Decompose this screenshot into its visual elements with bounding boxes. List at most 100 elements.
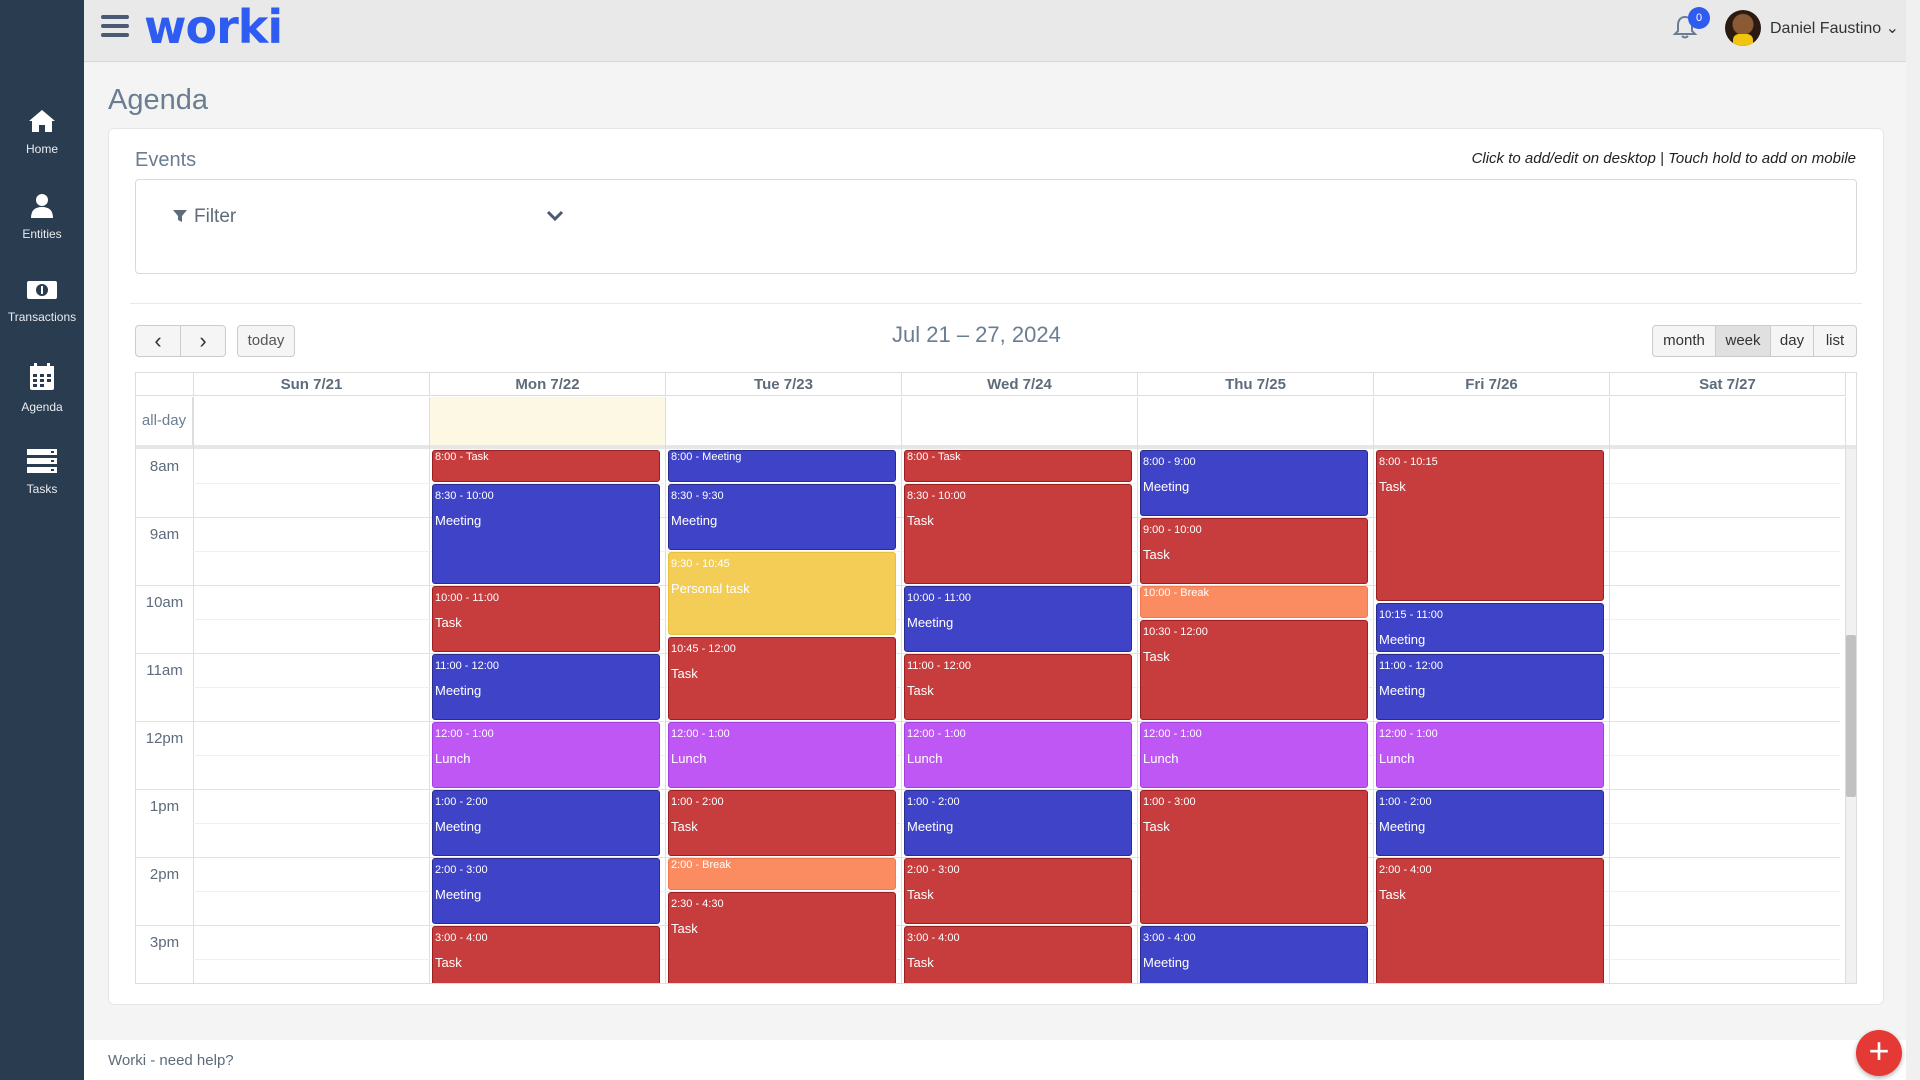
event-meeting[interactable]: 8:30 - 10:00 Meeting: [432, 484, 660, 584]
allday-cell[interactable]: [1138, 397, 1374, 445]
event-meeting[interactable]: 8:00 - 9:00 Meeting: [1140, 450, 1368, 516]
event-meeting[interactable]: 8:00 - Meeting: [668, 450, 896, 482]
day-header[interactable]: Mon 7/22: [430, 373, 666, 396]
prev-button[interactable]: ‹: [135, 325, 181, 357]
event-task[interactable]: 2:30 - 4:30 Task: [668, 892, 896, 983]
sidebar-item-home[interactable]: Home: [0, 108, 84, 182]
event-task[interactable]: 2:00 - 4:00 Task: [1376, 858, 1604, 983]
view-day-button[interactable]: day: [1770, 325, 1814, 357]
notification-badge: 0: [1688, 7, 1710, 29]
event-meeting[interactable]: 11:00 - 12:00 Meeting: [1376, 654, 1604, 720]
view-month-button[interactable]: month: [1652, 325, 1716, 357]
event-title: Task: [907, 683, 934, 698]
event-lunch[interactable]: 12:00 - 1:00 Lunch: [904, 722, 1132, 788]
event-time: 1:00 - 3:00: [1143, 796, 1196, 808]
day-header[interactable]: Sun 7/21: [194, 373, 430, 396]
event-task[interactable]: 8:00 - Task: [432, 450, 660, 482]
allday-cell[interactable]: [1374, 397, 1610, 445]
axis-header: [136, 373, 194, 396]
event-task[interactable]: 11:00 - 12:00 Task: [904, 654, 1132, 720]
allday-separator: [136, 445, 1856, 449]
day-header[interactable]: Tue 7/23: [666, 373, 902, 396]
event-title: Task: [1143, 819, 1170, 834]
event-title: Task: [435, 615, 462, 630]
event-time: 11:00 - 12:00: [907, 660, 972, 672]
view-week-button[interactable]: week: [1715, 325, 1771, 357]
event-task[interactable]: 9:00 - 10:00 Task: [1140, 518, 1368, 584]
event-task[interactable]: 8:00 - Task: [904, 450, 1132, 482]
event-task[interactable]: 8:30 - 10:00 Task: [904, 484, 1132, 584]
allday-cell[interactable]: [430, 397, 666, 445]
event-meeting[interactable]: 8:30 - 9:30 Meeting: [668, 484, 896, 550]
event-title: Lunch: [435, 751, 471, 766]
event-meeting[interactable]: 3:00 - 4:00 Meeting: [1140, 926, 1368, 983]
chevron-down-icon: ⌄: [1885, 20, 1900, 37]
events-title: Events: [135, 149, 197, 171]
event-task[interactable]: 8:00 - 10:15 Task: [1376, 450, 1604, 601]
event-title: Meeting: [1379, 683, 1426, 698]
event-time: 3:00 - 4:00: [1143, 932, 1196, 944]
event-break[interactable]: 10:00 - Break: [1140, 586, 1368, 618]
next-button[interactable]: ›: [180, 325, 226, 357]
day-header[interactable]: Thu 7/25: [1138, 373, 1374, 396]
event-meeting[interactable]: 10:00 - 11:00 Meeting: [904, 586, 1132, 652]
event-task[interactable]: 3:00 - 4:00 Task: [432, 926, 660, 983]
sidebar-item-label: Agenda: [21, 400, 63, 414]
event-lunch[interactable]: 12:00 - 1:00 Lunch: [668, 722, 896, 788]
event-lunch[interactable]: 12:00 - 1:00 Lunch: [1376, 722, 1604, 788]
allday-cell[interactable]: [1610, 397, 1846, 445]
event-lunch[interactable]: 12:00 - 1:00 Lunch: [1140, 722, 1368, 788]
allday-cell[interactable]: [902, 397, 1138, 445]
event-personal[interactable]: 9:30 - 10:45 Personal task: [668, 552, 896, 635]
event-task[interactable]: 10:30 - 12:00 Task: [1140, 620, 1368, 720]
app-logo[interactable]: worki: [144, 0, 283, 54]
calendar-scroll-thumb[interactable]: [1846, 635, 1856, 797]
divider: [130, 303, 1862, 304]
sidebar: Home Entities Transactions Agenda Tasks: [0, 0, 84, 1080]
event-title: Task: [671, 666, 698, 681]
event-time: 8:00 - 9:00: [1143, 456, 1196, 468]
event-meeting[interactable]: 11:00 - 12:00 Meeting: [432, 654, 660, 720]
event-time: 1:00 - 2:00: [907, 796, 960, 808]
user-menu[interactable]: Daniel Faustino ⌄: [1770, 18, 1899, 38]
home-icon: [29, 110, 55, 132]
event-time: 2:00 - 3:00: [435, 864, 488, 876]
event-time: 12:00 - 1:00: [1143, 728, 1202, 740]
event-time: 1:00 - 2:00: [435, 796, 488, 808]
event-task[interactable]: 10:45 - 12:00 Task: [668, 637, 896, 720]
event-meeting[interactable]: 2:00 - 3:00 Meeting: [432, 858, 660, 924]
event-meeting[interactable]: 1:00 - 2:00 Meeting: [432, 790, 660, 856]
event-time: 8:00 - Task: [435, 451, 489, 463]
avatar[interactable]: [1725, 10, 1761, 46]
event-time: 3:00 - 4:00: [907, 932, 960, 944]
allday-cell[interactable]: [194, 397, 430, 445]
allday-cell[interactable]: [666, 397, 902, 445]
event-task[interactable]: 3:00 - 4:00 Task: [904, 926, 1132, 983]
view-list-button[interactable]: list: [1813, 325, 1857, 357]
page-scrollbar[interactable]: [1906, 0, 1920, 1080]
day-header[interactable]: Wed 7/24: [902, 373, 1138, 396]
event-task[interactable]: 10:00 - 11:00 Task: [432, 586, 660, 652]
event-task[interactable]: 2:00 - 3:00 Task: [904, 858, 1132, 924]
day-header[interactable]: Fri 7/26: [1374, 373, 1610, 396]
day-column-divider: [429, 397, 430, 983]
help-link[interactable]: Worki - need help?: [108, 1052, 234, 1069]
event-meeting[interactable]: 1:00 - 2:00 Meeting: [904, 790, 1132, 856]
event-break[interactable]: 2:00 - Break: [668, 858, 896, 890]
day-header[interactable]: Sat 7/27: [1610, 373, 1846, 396]
event-lunch[interactable]: 12:00 - 1:00 Lunch: [432, 722, 660, 788]
sidebar-item-entities[interactable]: Entities: [0, 193, 84, 267]
today-button[interactable]: today: [237, 325, 295, 357]
chevron-down-icon[interactable]: [546, 210, 564, 222]
event-title: Meeting: [1379, 819, 1426, 834]
sidebar-item-agenda[interactable]: Agenda: [0, 362, 84, 436]
menu-icon[interactable]: [101, 15, 129, 39]
event-meeting[interactable]: 1:00 - 2:00 Meeting: [1376, 790, 1604, 856]
event-meeting[interactable]: 10:15 - 11:00 Meeting: [1376, 603, 1604, 652]
event-task[interactable]: 1:00 - 2:00 Task: [668, 790, 896, 856]
sidebar-item-tasks[interactable]: Tasks: [0, 448, 84, 522]
filter-toggle[interactable]: Filter: [172, 206, 236, 228]
sidebar-item-transactions[interactable]: Transactions: [0, 278, 84, 352]
add-event-button[interactable]: +: [1856, 1030, 1902, 1076]
event-task[interactable]: 1:00 - 3:00 Task: [1140, 790, 1368, 924]
